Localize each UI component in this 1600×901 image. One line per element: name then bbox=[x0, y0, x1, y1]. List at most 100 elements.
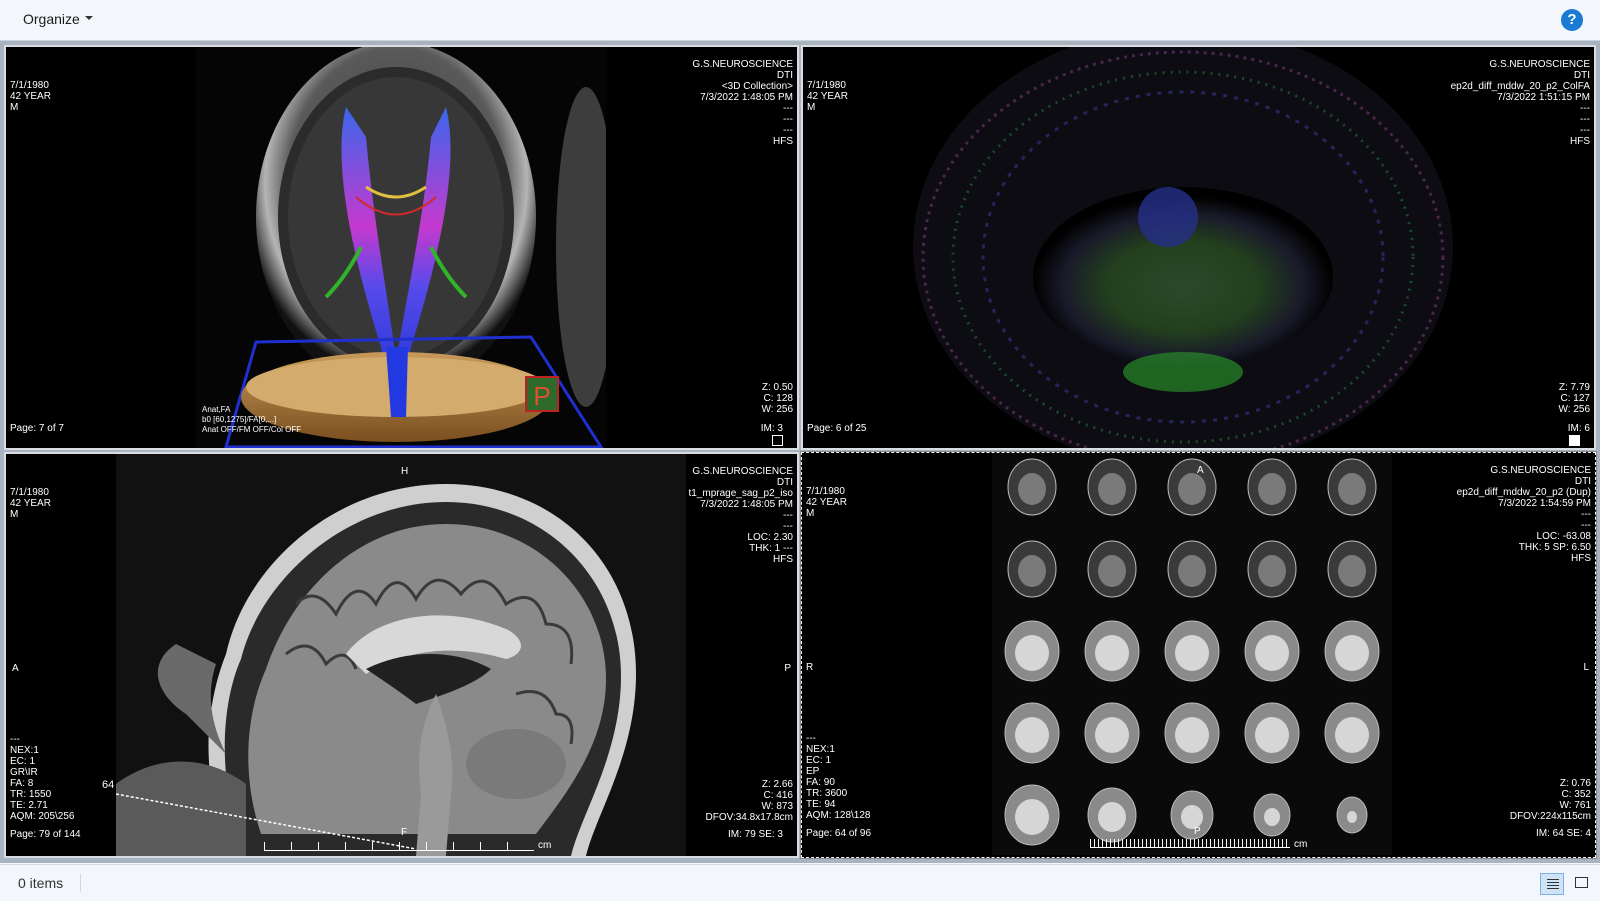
orientation-top: A bbox=[1197, 465, 1204, 476]
large-icons-view-icon bbox=[1575, 877, 1588, 888]
window-width: W: 873 bbox=[761, 801, 794, 812]
ruler-unit: cm bbox=[1294, 839, 1308, 850]
patient-info-topleft: 7/1/1980 42 YEAR M bbox=[10, 80, 51, 113]
select-checkbox-icon[interactable] bbox=[770, 435, 783, 446]
sequence: EP bbox=[806, 766, 820, 777]
image-number: IM: 79 SE: 3 bbox=[728, 829, 783, 840]
measurement-label: 64 bbox=[102, 779, 115, 791]
info-line: --- bbox=[10, 734, 20, 745]
study-type: DTI bbox=[1574, 476, 1591, 487]
patient-dob: 7/1/1980 bbox=[807, 80, 846, 91]
te: TE: 94 bbox=[806, 799, 836, 810]
image-number-label: IM: 64 SE: 4 bbox=[1535, 828, 1591, 839]
te: TE: 2.71 bbox=[10, 800, 48, 811]
orientation-right: P bbox=[784, 663, 791, 674]
montage-slice-core bbox=[1335, 717, 1369, 753]
study-type: DTI bbox=[776, 477, 793, 488]
status-bar: 0 items bbox=[0, 864, 1600, 901]
montage-slice-core bbox=[1098, 802, 1126, 832]
tr: TR: 1550 bbox=[10, 789, 52, 800]
study-info-topright: G.S.NEUROSCIENCE DTI ep2d_diff_mddw_20_p… bbox=[1451, 59, 1590, 147]
institution: G.S.NEUROSCIENCE bbox=[1490, 465, 1591, 476]
matrix: AQM: 128\128 bbox=[806, 810, 871, 821]
orientation-right: L bbox=[1583, 662, 1589, 673]
window-width: W: 761 bbox=[1559, 800, 1592, 811]
top-toolbar: Organize ? bbox=[0, 0, 1600, 41]
viewport-colfa-axial[interactable]: 7/1/1980 42 YEAR M G.S.NEUROSCIENCE DTI … bbox=[801, 45, 1596, 450]
sagittal-mri-image bbox=[116, 454, 686, 856]
patient-dob: 7/1/1980 bbox=[10, 487, 49, 498]
patient-position: HFS bbox=[773, 136, 793, 147]
study-info-topright: G.S.NEUROSCIENCE DTI ep2d_diff_mddw_20_p… bbox=[1457, 465, 1591, 564]
checkbox-square-icon bbox=[772, 435, 783, 446]
viewport-3d-tractography[interactable]: P 7/1/1980 42 YEAR M G.S.NEUROSCIENCE DT… bbox=[4, 45, 799, 450]
axial-montage-image bbox=[992, 453, 1392, 855]
montage-slice-core bbox=[1335, 635, 1369, 671]
organize-menu-button[interactable]: Organize bbox=[23, 11, 93, 27]
zoom-value: Z: 7.79 bbox=[1558, 382, 1590, 393]
item-count: 0 items bbox=[18, 875, 64, 891]
window-width: W: 256 bbox=[761, 404, 794, 415]
study-datetime: 7/3/2022 1:48:05 PM bbox=[700, 499, 793, 510]
patient-age: 42 YEAR bbox=[806, 497, 847, 508]
info-line: --- bbox=[1581, 509, 1591, 520]
patient-dob: 7/1/1980 bbox=[10, 80, 49, 91]
organize-label: Organize bbox=[23, 11, 80, 27]
study-info-topright: G.S.NEUROSCIENCE DTI t1_mprage_sag_p2_is… bbox=[688, 466, 793, 565]
montage-slice-core bbox=[1338, 555, 1366, 587]
checkbox-square-icon bbox=[1569, 435, 1580, 446]
image-number-label: IM: 79 SE: 3 bbox=[727, 829, 783, 840]
orientation-bottom: F bbox=[401, 827, 408, 838]
help-icon[interactable]: ? bbox=[1561, 9, 1583, 31]
study-datetime: 7/3/2022 1:54:59 PM bbox=[1498, 498, 1591, 509]
viewport-sagittal-t1[interactable]: H 7/1/1980 42 YEAR M G.S.NEUROSCIENCE DT… bbox=[4, 452, 799, 858]
patient-sex: M bbox=[10, 509, 19, 520]
viewport-axial-dwi-montage[interactable]: A 7/1/1980 42 YEAR M G.S.NEUROSCIENCE DT… bbox=[800, 451, 1597, 859]
echo: EC: 1 bbox=[10, 756, 36, 767]
colfa-image bbox=[893, 47, 1493, 448]
patient-position: HFS bbox=[773, 554, 793, 565]
study-datetime: 7/3/2022 1:51:15 PM bbox=[1497, 92, 1590, 103]
montage-slice-core bbox=[1255, 635, 1289, 671]
large-icons-view-button[interactable] bbox=[1570, 873, 1594, 895]
series-name: ep2d_diff_mddw_20_p2 (Dup) bbox=[1456, 487, 1591, 498]
scale-ruler bbox=[264, 842, 534, 851]
field-of-view: DFOV:224x115cm bbox=[1509, 811, 1591, 822]
ruler-unit: cm bbox=[538, 840, 552, 851]
flip-angle: FA: 90 bbox=[806, 777, 835, 788]
nex: NEX:1 bbox=[806, 744, 835, 755]
window-center: C: 352 bbox=[1561, 789, 1591, 800]
zoom-value: Z: 0.50 bbox=[761, 382, 793, 393]
study-type: DTI bbox=[1573, 70, 1590, 81]
montage-slice-core bbox=[1015, 717, 1049, 753]
window-level-info: Z: 0.50 C: 128 W: 256 bbox=[762, 382, 794, 415]
patient-sex: M bbox=[806, 508, 815, 519]
info-line: --- bbox=[1580, 125, 1590, 136]
image-number-label: IM: 6 bbox=[1567, 423, 1590, 434]
matrix: AQM: 205\256 bbox=[10, 811, 75, 822]
window-center: C: 416 bbox=[763, 790, 793, 801]
window-width: W: 256 bbox=[1558, 404, 1591, 415]
montage-slice-core bbox=[1175, 635, 1209, 671]
select-checkbox-icon[interactable] bbox=[1567, 435, 1580, 446]
caret-down-icon bbox=[84, 16, 93, 21]
image-number: IM: 64 SE: 4 bbox=[1536, 828, 1591, 839]
patient-age: 42 YEAR bbox=[807, 91, 848, 102]
institution: G.S.NEUROSCIENCE bbox=[692, 466, 793, 477]
montage-slice-core bbox=[1095, 635, 1129, 671]
acquisition-info: --- NEX:1 EC: 1 GR\IR FA: 8 TR: 1550 TE:… bbox=[10, 734, 74, 822]
patient-position: HFS bbox=[1570, 136, 1590, 147]
window-level-info: Z: 7.79 C: 127 W: 256 bbox=[1559, 382, 1591, 415]
details-view-button[interactable] bbox=[1540, 873, 1564, 895]
patient-position: HFS bbox=[1571, 553, 1591, 564]
series-name: ep2d_diff_mddw_20_p2_ColFA bbox=[1450, 81, 1590, 92]
details-view-icon bbox=[1547, 879, 1559, 891]
page-indicator: Page: 79 of 144 bbox=[10, 829, 81, 840]
montage-slice-core bbox=[1178, 473, 1206, 505]
info-line: --- bbox=[783, 103, 793, 114]
patient-age: 42 YEAR bbox=[10, 498, 51, 509]
montage-slice-core bbox=[1264, 808, 1280, 826]
montage-slice-core bbox=[1347, 811, 1357, 823]
montage-slice-core bbox=[1175, 717, 1209, 753]
montage-slice-core bbox=[1098, 555, 1126, 587]
